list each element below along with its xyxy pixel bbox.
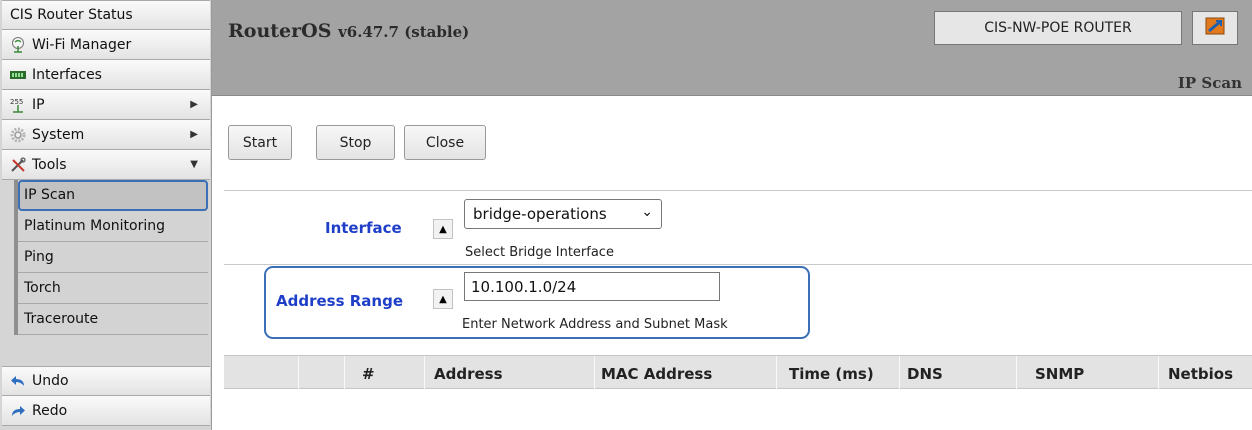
router-name-label: CIS-NW-POE ROUTER	[984, 20, 1132, 36]
address-range-hint: Enter Network Address and Subnet Mask	[462, 317, 728, 332]
column-header-netbios[interactable]: Netbios	[1168, 365, 1233, 383]
wifi-icon	[10, 36, 26, 53]
logout-icon	[1205, 17, 1225, 39]
submenu-item-torch[interactable]: Torch	[18, 273, 208, 304]
sidebar-item-wifi-manager[interactable]: Wi-Fi Manager	[2, 30, 210, 60]
chevron-down-icon: ▼	[190, 159, 198, 170]
submenu-item-label: Ping	[24, 249, 54, 265]
results-table-header: # Address MAC Address Time (ms) DNS SNMP…	[224, 355, 1252, 390]
section-divider	[224, 264, 1252, 265]
column-header-time[interactable]: Time (ms)	[789, 365, 874, 383]
interface-toggle-button[interactable]: ▲	[433, 219, 453, 239]
column-separator	[344, 356, 345, 390]
submenu-item-label: Torch	[24, 280, 61, 296]
main-menu: CIS Router Status Wi-Fi Manager Interfac…	[0, 0, 211, 180]
column-separator	[424, 356, 425, 390]
undo-redo-menu: Undo Redo	[0, 366, 212, 426]
column-separator	[1158, 356, 1159, 390]
column-separator	[298, 356, 299, 390]
column-separator	[594, 356, 595, 390]
redo-icon	[10, 403, 26, 419]
column-separator	[899, 356, 900, 390]
close-button[interactable]: Close	[404, 125, 486, 160]
start-button[interactable]: Start	[228, 125, 292, 160]
sidebar-item-interfaces[interactable]: Interfaces	[2, 60, 210, 90]
submenu-item-label: Traceroute	[24, 311, 99, 327]
sidebar-item-label: Interfaces	[32, 66, 102, 83]
interface-select[interactable]: bridge-operations ⌄	[464, 199, 662, 229]
section-divider	[224, 190, 1252, 191]
router-name-button[interactable]: CIS-NW-POE ROUTER	[934, 11, 1182, 45]
interfaces-icon	[10, 67, 26, 83]
sidebar-item-label: IP	[32, 96, 45, 113]
svg-text:255: 255	[10, 98, 23, 106]
redo-button[interactable]: Redo	[2, 396, 210, 426]
address-range-input[interactable]	[464, 272, 720, 301]
address-range-label: Address Range	[276, 292, 403, 310]
triangle-up-icon: ▲	[439, 293, 447, 305]
page-title: IP Scan	[1177, 74, 1242, 92]
chevron-right-icon: ▶	[190, 99, 198, 110]
undo-button[interactable]: Undo	[2, 366, 210, 396]
sidebar-item-label: Redo	[32, 402, 68, 419]
close-button-label: Close	[425, 134, 465, 151]
undo-icon	[10, 373, 26, 389]
router-title: RouterOS v6.47.7 (stable)	[228, 20, 469, 42]
interface-hint: Select Bridge Interface	[465, 245, 614, 260]
sidebar-item-cis-router-status[interactable]: CIS Router Status	[2, 0, 210, 30]
submenu-item-traceroute[interactable]: Traceroute	[18, 304, 208, 335]
submenu-item-label: IP Scan	[24, 187, 76, 203]
sidebar-item-label: Tools	[32, 156, 67, 173]
submenu-item-platinum-monitoring[interactable]: Platinum Monitoring	[18, 211, 208, 242]
sidebar-item-system[interactable]: System ▶	[2, 120, 210, 150]
ip-icon: 255	[10, 97, 26, 113]
column-header-dns[interactable]: DNS	[907, 365, 943, 383]
tools-submenu: IP Scan Platinum Monitoring Ping Torch T…	[14, 180, 208, 335]
sidebar-item-tools[interactable]: Tools ▼	[2, 150, 210, 180]
sidebar-item-label: System	[32, 126, 85, 143]
top-header: RouterOS v6.47.7 (stable) CIS-NW-POE ROU…	[212, 0, 1252, 96]
column-separator	[1016, 356, 1017, 390]
router-os-name: RouterOS	[228, 20, 332, 42]
start-button-label: Start	[242, 134, 278, 151]
submenu-item-ip-scan[interactable]: IP Scan	[18, 180, 208, 211]
stop-button-label: Stop	[339, 134, 372, 151]
sidebar-item-ip[interactable]: 255 IP ▶	[2, 90, 210, 120]
tools-icon	[10, 156, 26, 173]
triangle-up-icon: ▲	[439, 223, 447, 235]
column-header-index[interactable]: #	[362, 365, 375, 383]
logout-button[interactable]	[1192, 11, 1238, 45]
chevron-down-icon: ⌄	[641, 204, 653, 220]
column-header-address[interactable]: Address	[434, 365, 503, 383]
interface-label: Interface	[325, 219, 402, 237]
gear-icon	[10, 127, 26, 143]
sidebar-item-label: Wi-Fi Manager	[32, 36, 132, 53]
submenu-item-ping[interactable]: Ping	[18, 242, 208, 273]
sidebar-item-label: CIS Router Status	[10, 7, 133, 23]
submenu-item-label: Platinum Monitoring	[24, 218, 165, 234]
sidebar-item-label: Undo	[32, 373, 69, 389]
column-header-mac-address[interactable]: MAC Address	[601, 365, 712, 383]
address-range-toggle-button[interactable]: ▲	[433, 289, 453, 309]
chevron-right-icon: ▶	[190, 129, 198, 140]
stop-button[interactable]: Stop	[316, 125, 395, 160]
router-version: v6.47.7 (stable)	[338, 23, 470, 41]
interface-select-value: bridge-operations	[473, 205, 607, 223]
sidebar-nav: CIS Router Status Wi-Fi Manager Interfac…	[0, 0, 212, 430]
column-separator	[776, 356, 777, 390]
column-header-snmp[interactable]: SNMP	[1035, 365, 1084, 383]
